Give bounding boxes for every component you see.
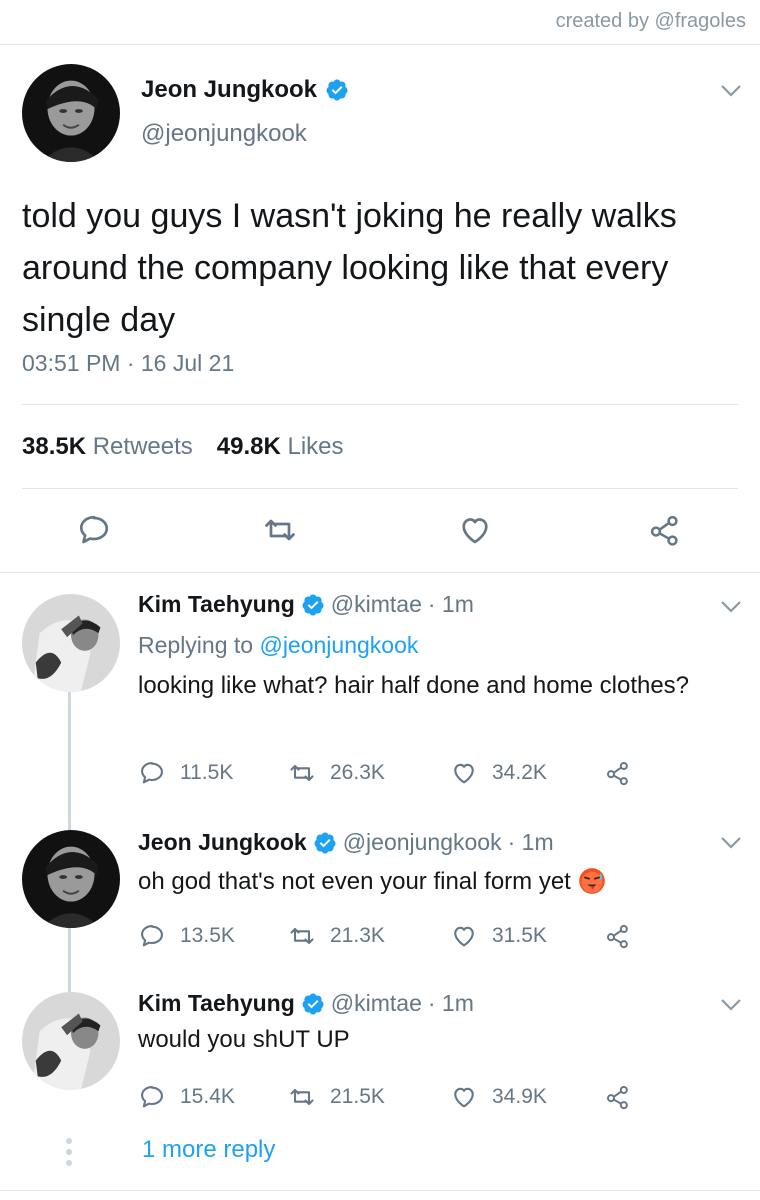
retweet-count: 21.3K (330, 924, 385, 947)
retweet-count: 26.3K (330, 761, 385, 784)
reply-time: · 1m (507, 829, 554, 855)
thread-connector (68, 692, 71, 830)
like-count: 34.9K (492, 1085, 547, 1108)
hot-face-emoji-icon (578, 868, 605, 894)
avatar-photo-jungkook (22, 830, 120, 928)
reply-icon[interactable] (76, 512, 112, 548)
thread-continuation-dots (66, 1138, 72, 1171)
chevron-down-icon[interactable] (720, 600, 742, 614)
avatar[interactable] (22, 64, 120, 162)
author-name[interactable]: Jeon Jungkook (141, 76, 349, 104)
verified-badge-icon (313, 831, 337, 855)
author-name-text: Jeon Jungkook (141, 76, 318, 103)
retweet-button[interactable]: 21.5K (288, 1082, 385, 1112)
avatar[interactable] (22, 830, 120, 928)
share-icon (606, 1085, 628, 1110)
reply-author-handle[interactable]: @kimtae (331, 990, 422, 1017)
avatar[interactable] (22, 992, 120, 1090)
retweet-icon (290, 1088, 314, 1106)
reply-button[interactable]: 13.5K (138, 921, 235, 951)
chevron-down-icon[interactable] (720, 836, 742, 850)
retweet-icon (290, 764, 314, 782)
reply-author-handle[interactable]: @kimtae (331, 591, 422, 618)
like-button[interactable]: 31.5K (450, 921, 547, 951)
reply-text: oh god that's not even your final form y… (138, 864, 738, 900)
reply-time: · 1m (427, 591, 474, 617)
divider (0, 572, 760, 573)
divider (0, 1190, 760, 1191)
share-button[interactable] (604, 1082, 632, 1112)
avatar-photo-taehyung (22, 594, 120, 692)
retweets-label: Retweets (92, 433, 193, 460)
tweet-text: told you guys I wasn't joking he really … (22, 197, 677, 339)
share-icon[interactable] (647, 512, 683, 548)
divider (22, 404, 738, 405)
retweet-icon[interactable] (262, 512, 298, 548)
reply-icon (141, 762, 163, 784)
tweet-timestamp[interactable]: 03:51 PM · 16 Jul 21 (22, 350, 234, 377)
reply-count: 15.4K (180, 1085, 235, 1108)
like-count: 31.5K (492, 924, 547, 947)
verified-badge-icon (301, 593, 325, 617)
share-icon (606, 924, 628, 949)
author-handle[interactable]: @jeonjungkook (141, 120, 307, 148)
like-icon[interactable] (457, 512, 493, 548)
reply-text-content: oh god that's not even your final form y… (138, 868, 571, 895)
like-icon (454, 926, 474, 947)
reply-header: Kim Taehyung @kimtae · 1m (138, 990, 474, 1017)
verified-badge-icon (325, 78, 349, 102)
like-button[interactable]: 34.9K (450, 1082, 547, 1112)
avatar-photo-taehyung (22, 992, 120, 1090)
replying-to-link[interactable]: @jeonjungkook (259, 632, 418, 658)
share-icon (606, 761, 628, 786)
reply-count: 11.5K (180, 761, 234, 784)
chevron-down-icon[interactable] (720, 998, 742, 1012)
credit-text: created by @fragoles (555, 10, 746, 32)
reply-text: would you shUT UP (138, 1026, 350, 1053)
share-button[interactable] (604, 758, 632, 788)
more-replies-link[interactable]: 1 more reply (142, 1136, 275, 1164)
retweet-button[interactable]: 26.3K (288, 758, 385, 788)
likes-count: 49.8K (216, 433, 281, 460)
divider (0, 44, 760, 45)
reply-header: Kim Taehyung @kimtae · 1m (138, 591, 474, 618)
replying-to-prefix: Replying to (138, 632, 254, 658)
reply-header: Jeon Jungkook @jeonjungkook · 1m (138, 829, 554, 856)
reply-author-name[interactable]: Kim Taehyung (138, 591, 295, 618)
thread-connector (68, 928, 71, 992)
retweet-icon (290, 927, 314, 945)
chevron-down-icon[interactable] (720, 84, 742, 98)
like-icon (454, 1087, 474, 1108)
divider (22, 488, 738, 489)
reply-icon (141, 1086, 163, 1108)
reply-button[interactable]: 15.4K (138, 1082, 235, 1112)
avatar-photo-jungkook (22, 64, 120, 162)
reply-icon (141, 925, 163, 947)
reply-author-handle[interactable]: @jeonjungkook (343, 829, 502, 856)
like-button[interactable]: 34.2K (450, 758, 547, 788)
share-button[interactable] (604, 921, 632, 951)
retweet-count: 21.5K (330, 1085, 385, 1108)
reply-time: · 1m (427, 990, 474, 1016)
reply-text: looking like what? hair half done and ho… (138, 672, 690, 699)
likes-label: Likes (287, 433, 344, 460)
like-count: 34.2K (492, 761, 547, 784)
verified-badge-icon (301, 992, 325, 1016)
engagement-stats: 38.5K Retweets 49.8K Likes (22, 433, 344, 461)
reply-count: 13.5K (180, 924, 235, 947)
retweet-button[interactable]: 21.3K (288, 921, 385, 951)
replying-to: Replying to @jeonjungkook (138, 632, 418, 659)
reply-author-name[interactable]: Kim Taehyung (138, 990, 295, 1017)
reply-button[interactable]: 11.5K (138, 758, 233, 788)
retweets-stat[interactable]: 38.5K Retweets (22, 433, 193, 461)
likes-stat[interactable]: 49.8K Likes (217, 433, 344, 461)
like-icon (454, 763, 474, 784)
retweets-count: 38.5K (22, 433, 87, 460)
avatar[interactable] (22, 594, 120, 692)
reply-author-name[interactable]: Jeon Jungkook (138, 829, 307, 856)
